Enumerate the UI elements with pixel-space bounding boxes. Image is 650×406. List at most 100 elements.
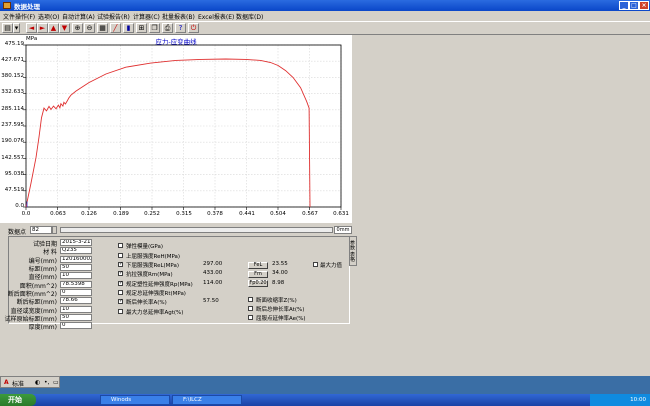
- menu-autocalc[interactable]: 自动计算(A): [62, 12, 95, 21]
- thickness-input[interactable]: 0: [60, 322, 92, 329]
- checkbox-label: 最大力总延伸率Agt(%): [126, 310, 184, 316]
- y-tick-label: 142.557: [1, 155, 24, 161]
- punct-icon[interactable]: •,: [44, 379, 49, 386]
- zoom-in-icon[interactable]: ⊕: [72, 23, 83, 33]
- fel-button[interactable]: FeL: [248, 262, 268, 269]
- ime-bar: A 标准 ◐ •, ▭: [0, 376, 60, 388]
- arrow-up-icon[interactable]: ▲: [48, 23, 59, 33]
- checkbox-label: 规定总延伸强度Rt(MPa): [126, 291, 186, 297]
- moon-icon[interactable]: ◐: [35, 379, 40, 386]
- fm-button[interactable]: Fm: [248, 271, 268, 278]
- menu-excel-report[interactable]: Excel报表(E): [198, 12, 234, 21]
- menu-bar: 文件操作(F) 选项(O) 自动计算(A) 试验报告(R) 计算器(C) 批量报…: [0, 11, 650, 21]
- print-icon[interactable]: ⎙: [162, 23, 173, 33]
- exit-icon[interactable]: ⏻: [188, 23, 199, 33]
- minimize-button[interactable]: _: [619, 1, 629, 10]
- data-point-bar: 数据点 82 0mm: [0, 224, 352, 236]
- lower-yield-value: 297.00: [203, 261, 223, 268]
- tab-params-table[interactable]: 参数 表格: [349, 236, 357, 266]
- checkbox-label: 抗拉强度Rm(MPa): [126, 272, 173, 278]
- line-icon[interactable]: ╱: [110, 23, 121, 33]
- menu-calculator[interactable]: 计算器(C): [133, 12, 160, 21]
- lower-yield-checkbox[interactable]: ✓: [118, 262, 123, 267]
- gauge-length-input[interactable]: 50: [60, 264, 92, 271]
- app-window: 数据处理 _ □ × 文件操作(F) 选项(O) 自动计算(A) 试验报告(R)…: [0, 0, 650, 376]
- keyboard-icon[interactable]: ▭: [53, 379, 59, 386]
- post-gauge-input[interactable]: 78.66: [60, 297, 92, 304]
- test-date-input[interactable]: 2015-3-21: [60, 239, 92, 246]
- total-elongation-checkbox[interactable]: [248, 306, 253, 311]
- material-input[interactable]: Q235: [60, 247, 92, 254]
- elongation-checkbox[interactable]: ✓: [118, 299, 123, 304]
- yield-extension-checkbox[interactable]: [248, 315, 253, 320]
- tensile-strength-checkbox[interactable]: ✓: [118, 271, 123, 276]
- data-point-readout: 0mm: [334, 226, 352, 234]
- upper-yield-checkbox[interactable]: [118, 253, 123, 258]
- arrow-right-icon[interactable]: ►: [37, 23, 48, 33]
- reduction-area-checkbox[interactable]: [248, 297, 253, 302]
- grid-icon[interactable]: ⊞: [136, 23, 147, 33]
- ime-mode[interactable]: 标准: [12, 379, 24, 388]
- stress-strain-curve: [25, 58, 311, 208]
- agt-checkbox[interactable]: [118, 309, 123, 314]
- data-point-slider[interactable]: [60, 227, 333, 233]
- dropdown-icon[interactable]: ▾: [13, 23, 20, 33]
- elongation-value: 57.50: [203, 298, 219, 305]
- elastic-modulus-checkbox[interactable]: [118, 243, 123, 248]
- checkbox-label: 断面收缩率Z(%): [256, 298, 297, 304]
- task-winods[interactable]: Winods: [100, 395, 170, 405]
- bar-icon[interactable]: ▮: [123, 23, 134, 33]
- orig-gauge-input[interactable]: 50: [60, 314, 92, 321]
- ime-lang[interactable]: A: [4, 379, 9, 386]
- data-point-input[interactable]: 82: [30, 226, 52, 234]
- field-label: 材 料: [43, 249, 57, 256]
- maximize-button[interactable]: □: [629, 1, 639, 10]
- y-tick-label: 0.0: [15, 203, 24, 209]
- max-force-checkbox[interactable]: [313, 262, 318, 267]
- menu-batch-report[interactable]: 批量报表(B): [162, 12, 195, 21]
- title-bar: 数据处理 _ □ ×: [0, 0, 650, 11]
- x-tick-label: 0.315: [176, 211, 192, 217]
- start-button[interactable]: 开始: [0, 394, 36, 406]
- tensile-strength-value: 433.00: [203, 270, 223, 277]
- width-input[interactable]: 10: [60, 306, 92, 313]
- diameter-input[interactable]: 10: [60, 272, 92, 279]
- proof-strength-checkbox[interactable]: ✓: [118, 281, 123, 286]
- x-tick-label: 0.441: [239, 211, 255, 217]
- menu-options[interactable]: 选项(O): [38, 12, 59, 21]
- app-icon: [3, 2, 11, 9]
- post-area-input[interactable]: 0: [60, 289, 92, 296]
- x-tick-label: 0.252: [144, 211, 160, 217]
- x-tick-label: 0.567: [302, 211, 318, 217]
- zoom-out-icon[interactable]: ⊖: [84, 23, 95, 33]
- arrow-left-icon[interactable]: ◄: [26, 23, 37, 33]
- x-tick-label: 0.504: [270, 211, 286, 217]
- task-folder[interactable]: F:\ILCZ: [172, 395, 242, 405]
- system-tray-clock: 10:00: [590, 394, 650, 406]
- data-point-spinner[interactable]: [52, 226, 57, 234]
- chart-type-icon[interactable]: ▤: [2, 23, 13, 33]
- menu-database[interactable]: 数据库(D): [236, 12, 263, 21]
- fp-button[interactable]: Fp0.20: [248, 280, 268, 287]
- area-input[interactable]: 78.5398: [60, 281, 92, 288]
- x-tick-label: 0.631: [333, 211, 349, 217]
- proof-strength-value: 114.00: [203, 280, 223, 287]
- close-button[interactable]: ×: [639, 1, 649, 10]
- copy-icon[interactable]: ❐: [149, 23, 160, 33]
- taskbar: 开始 Winods F:\ILCZ 10:00: [0, 394, 650, 406]
- checkbox-label: 下屈服强度ReL(MPa): [126, 263, 179, 269]
- y-tick-label: 190.076: [1, 138, 24, 144]
- checkbox-label: 弹性模量(GPa): [126, 244, 163, 250]
- table-icon[interactable]: ▦: [97, 23, 108, 33]
- y-tick-label: 95.038: [4, 171, 24, 177]
- x-tick-label: 0.189: [113, 211, 129, 217]
- help-icon[interactable]: ?: [175, 23, 186, 33]
- total-extension-checkbox[interactable]: [118, 290, 123, 295]
- menu-file[interactable]: 文件操作(F): [3, 12, 35, 21]
- arrow-down-icon[interactable]: ▼: [59, 23, 70, 33]
- x-tick-label: 0.378: [207, 211, 223, 217]
- serial-input[interactable]: 1201600022: [60, 256, 92, 263]
- checkbox-label: 屈服点延伸率Ae(%): [256, 316, 306, 322]
- checkbox-label: 最大力值: [320, 263, 343, 269]
- menu-report[interactable]: 试验报告(R): [97, 12, 130, 21]
